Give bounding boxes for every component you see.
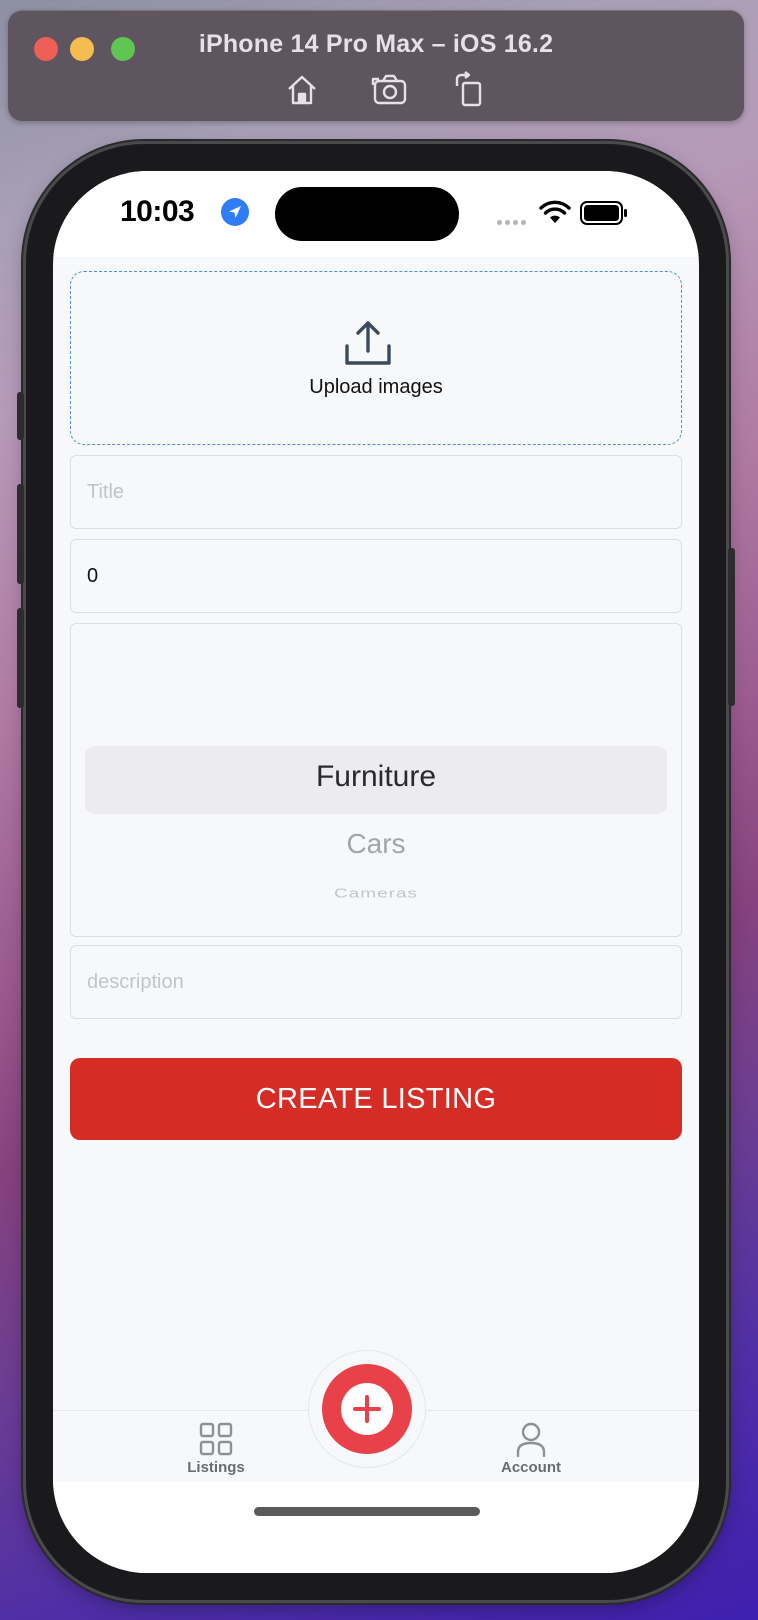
ringer-switch [17, 392, 24, 440]
upload-icon [343, 318, 393, 368]
title-input[interactable] [71, 456, 681, 528]
dynamic-island [275, 187, 459, 241]
home-indicator[interactable] [254, 1507, 480, 1516]
title-field[interactable] [70, 455, 682, 529]
status-time: 10:03 [120, 195, 195, 228]
new-listing-fab-button[interactable] [322, 1364, 412, 1454]
person-icon [516, 1422, 546, 1457]
home-indicator-area [53, 1482, 699, 1573]
battery-icon [580, 201, 628, 225]
location-arrow-icon [221, 198, 249, 226]
tab-listings[interactable]: Listings [156, 1411, 276, 1483]
power-button [728, 548, 735, 706]
tab-listings-label: Listings [187, 1459, 245, 1476]
grid-icon [199, 1422, 233, 1456]
iphone-frame: 10:03 Upload images Title 0 Furniture Ca… [17, 144, 735, 1600]
app-screen: 10:03 Upload images Title 0 Furniture Ca… [53, 171, 699, 1573]
description-field[interactable] [70, 945, 682, 1019]
tab-account[interactable]: Account [471, 1411, 591, 1483]
simulator-title: iPhone 14 Pro Max – iOS 16.2 [198, 30, 554, 58]
picker-option-cars[interactable]: Cars [71, 828, 681, 860]
screenshot-icon[interactable] [370, 70, 410, 110]
status-bar: 10:03 [53, 171, 699, 257]
description-input[interactable] [71, 946, 681, 1018]
plus-icon [341, 1383, 393, 1435]
signal-dots-icon [497, 212, 529, 230]
volume-up-button [17, 484, 24, 584]
simulator-title-bar: iPhone 14 Pro Max – iOS 16.2 [8, 10, 744, 121]
price-input[interactable] [71, 540, 681, 612]
create-listing-button[interactable]: CREATE LISTING [70, 1058, 682, 1140]
rotate-icon[interactable] [451, 70, 491, 110]
volume-down-button [17, 608, 24, 708]
upload-images-dropzone[interactable]: Upload images [70, 271, 682, 445]
tab-account-label: Account [501, 1459, 561, 1476]
picker-option-cameras[interactable]: Cameras [71, 886, 681, 901]
price-field[interactable] [70, 539, 682, 613]
upload-images-label: Upload images [309, 376, 443, 398]
wifi-icon [539, 199, 571, 225]
home-icon[interactable] [282, 70, 322, 110]
category-picker[interactable]: Furniture Cars Cameras [70, 623, 682, 937]
picker-option-furniture[interactable]: Furniture [71, 760, 681, 794]
